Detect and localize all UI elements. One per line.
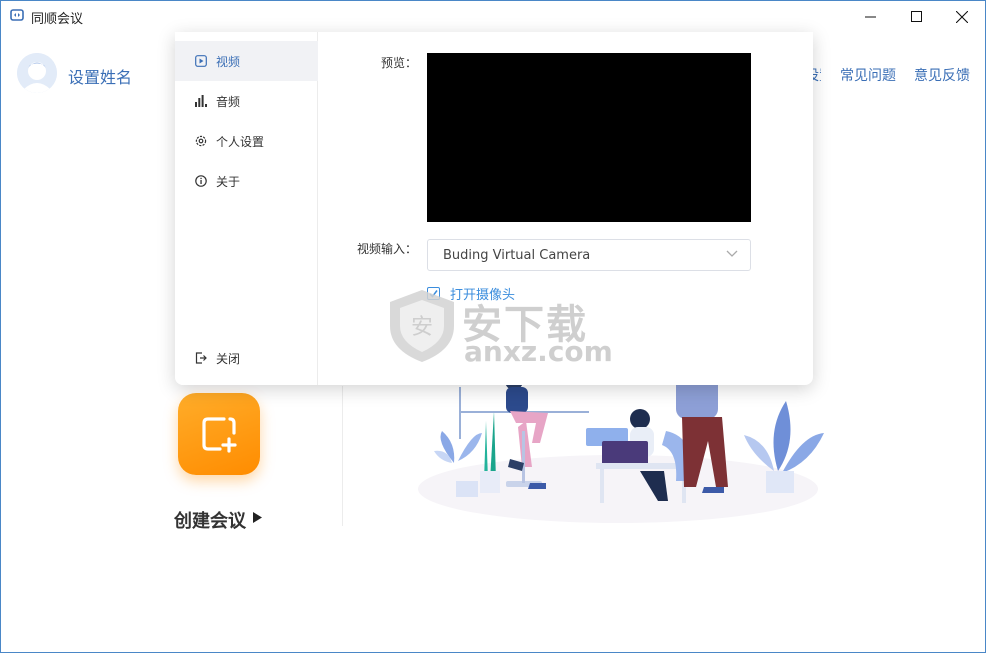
audio-bars-icon (194, 94, 208, 108)
create-meeting-tile[interactable] (178, 393, 260, 475)
watermark-url: anxz.com (464, 335, 613, 368)
app-logo-icon (10, 9, 24, 21)
divider (342, 386, 343, 526)
nav-item-label: 关于 (216, 174, 241, 189)
nav-item-label: 视频 (216, 54, 241, 69)
close-icon (956, 10, 968, 23)
info-icon (194, 174, 208, 188)
app-window: 同顺会议 设置姓名 设置 常见问题 意见反馈 创建会议 (0, 0, 986, 653)
video-input-label: 视频输入： (356, 242, 417, 256)
preview-label: 预览： (380, 56, 417, 70)
maximize-icon (910, 11, 922, 22)
nav-item-about[interactable]: 关于 (175, 161, 318, 201)
gear-icon (194, 134, 208, 148)
maximize-button[interactable] (893, 1, 939, 32)
minimize-icon (864, 16, 876, 18)
video-icon (194, 54, 208, 68)
title-bar: 同顺会议 (1, 1, 985, 32)
svg-text:安: 安 (411, 315, 433, 340)
nav-item-label: 音频 (216, 94, 241, 109)
chevron-down-icon (726, 250, 738, 257)
play-arrow-icon[interactable] (253, 512, 262, 523)
set-name-link[interactable]: 设置姓名 (68, 64, 132, 88)
video-input-select[interactable]: Buding Virtual Camera (427, 239, 751, 271)
create-meeting-icon (202, 417, 237, 453)
watermark-shield-icon: 安 (390, 290, 454, 362)
settings-sidebar: 视频 音频 个人设置 关于 关闭 (175, 32, 318, 385)
avatar[interactable] (17, 53, 57, 93)
close-label: 关闭 (216, 351, 241, 366)
video-preview (427, 53, 751, 222)
dialog-close-button[interactable]: 关闭 (175, 338, 318, 378)
minimize-button[interactable] (847, 1, 893, 32)
close-button[interactable] (939, 1, 985, 32)
window-title: 同顺会议 (31, 12, 84, 27)
nav-item-audio[interactable]: 音频 (175, 81, 318, 121)
feedback-link[interactable]: 意见反馈 (914, 65, 970, 85)
workspace-illustration (418, 371, 824, 523)
create-meeting-label[interactable]: 创建会议 (174, 507, 246, 533)
exit-icon (194, 351, 208, 365)
nav-item-label: 个人设置 (216, 134, 265, 149)
video-input-value: Buding Virtual Camera (443, 247, 591, 263)
user-avatar-icon (17, 53, 57, 93)
faq-link[interactable]: 常见问题 (840, 65, 896, 85)
nav-item-video[interactable]: 视频 (175, 41, 318, 81)
nav-item-personal-settings[interactable]: 个人设置 (175, 121, 318, 161)
